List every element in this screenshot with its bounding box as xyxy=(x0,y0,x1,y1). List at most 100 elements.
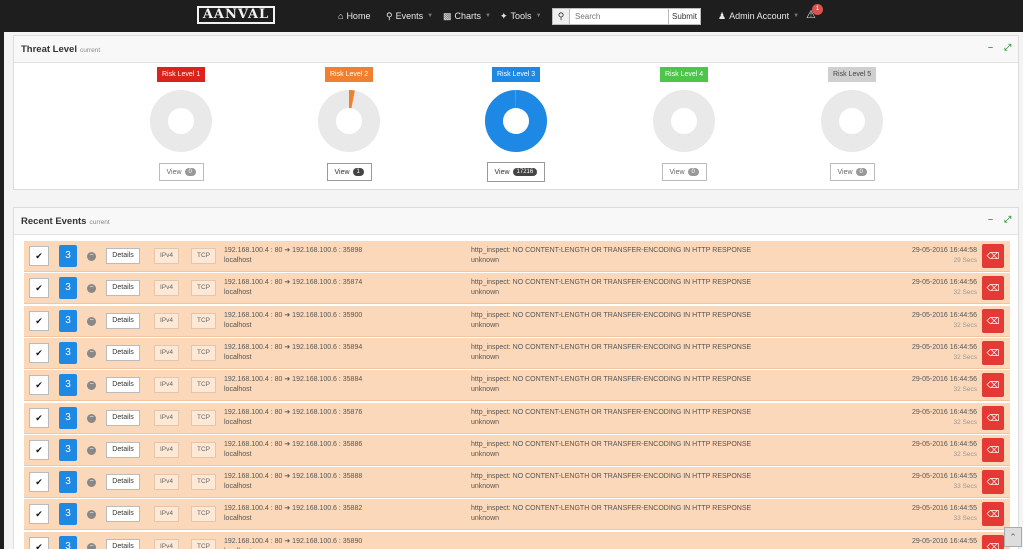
minus-circle-icon[interactable]: − xyxy=(87,510,96,520)
search-icon[interactable]: ⚲ xyxy=(552,8,570,25)
destination-address[interactable]: 192.168.100.6 : 35890 xyxy=(292,538,362,545)
signature-text[interactable]: http_inspect: NO CONTENT-LENGTH OR TRANS… xyxy=(471,312,751,319)
submit-button[interactable]: Submit xyxy=(668,8,701,25)
view-button[interactable]: View 0 xyxy=(158,163,204,181)
source-address[interactable]: 192.168.100.4 : 80 xyxy=(224,505,282,512)
tcp-tag[interactable]: TCP xyxy=(191,506,216,523)
minus-circle-icon[interactable]: − xyxy=(87,284,96,294)
signature-text[interactable]: http_inspect: NO CONTENT-LENGTH OR TRANS… xyxy=(471,505,751,512)
minus-circle-icon[interactable]: − xyxy=(87,316,96,326)
details-button[interactable]: Details xyxy=(106,506,140,523)
destination-address[interactable]: 192.168.100.6 : 35886 xyxy=(292,441,362,448)
severity-badge[interactable]: 3 xyxy=(59,438,77,461)
minus-circle-icon[interactable]: − xyxy=(87,381,96,391)
acknowledge-check-button[interactable]: ✔ xyxy=(29,536,49,549)
view-button[interactable]: View 0 xyxy=(661,163,707,181)
view-button[interactable]: View 0 xyxy=(829,163,875,181)
ipv4-tag[interactable]: IPv4 xyxy=(154,409,179,426)
search-input[interactable] xyxy=(570,8,668,25)
acknowledge-check-button[interactable]: ✔ xyxy=(29,310,49,331)
destination-address[interactable]: 192.168.100.6 : 35874 xyxy=(292,279,362,286)
tcp-tag[interactable]: TCP xyxy=(191,312,216,329)
ipv4-tag[interactable]: IPv4 xyxy=(154,344,179,361)
trash-icon[interactable]: ⌫ xyxy=(982,308,1004,333)
minimize-icon[interactable]: – xyxy=(988,214,993,224)
severity-badge[interactable]: 3 xyxy=(59,341,77,364)
trash-icon[interactable]: ⌫ xyxy=(982,276,1004,301)
details-button[interactable]: Details xyxy=(106,377,140,394)
severity-badge[interactable]: 3 xyxy=(59,277,77,300)
signature-text[interactable]: http_inspect: NO CONTENT-LENGTH OR TRANS… xyxy=(471,409,751,416)
scroll-to-top-button[interactable]: ⌃ xyxy=(1004,527,1022,547)
details-button[interactable]: Details xyxy=(106,474,140,491)
trash-icon[interactable]: ⌫ xyxy=(982,534,1004,549)
minus-circle-icon[interactable]: − xyxy=(87,252,96,261)
ipv4-tag[interactable]: IPv4 xyxy=(154,280,179,297)
acknowledge-check-button[interactable]: ✔ xyxy=(29,407,49,428)
severity-badge[interactable]: 3 xyxy=(59,245,77,267)
tcp-tag[interactable]: TCP xyxy=(191,474,216,491)
acknowledge-check-button[interactable]: ✔ xyxy=(29,375,49,396)
severity-badge[interactable]: 3 xyxy=(59,374,77,397)
source-address[interactable]: 192.168.100.4 : 80 xyxy=(224,441,282,448)
view-button[interactable]: View 1 xyxy=(326,163,372,181)
details-button[interactable]: Details xyxy=(106,538,140,549)
source-address[interactable]: 192.168.100.4 : 80 xyxy=(224,376,282,383)
acknowledge-check-button[interactable]: ✔ xyxy=(29,246,49,266)
view-button[interactable]: View 17216 xyxy=(486,162,546,182)
destination-address[interactable]: 192.168.100.6 : 35882 xyxy=(292,505,362,512)
ipv4-tag[interactable]: IPv4 xyxy=(154,377,179,394)
tcp-tag[interactable]: TCP xyxy=(191,344,216,361)
nav-charts[interactable]: ▩ Charts ▼ xyxy=(443,0,491,32)
severity-badge[interactable]: 3 xyxy=(59,503,77,526)
expand-icon[interactable]: ⤢ xyxy=(1004,42,1011,53)
minus-circle-icon[interactable]: − xyxy=(87,478,96,488)
signature-text[interactable]: http_inspect: NO CONTENT-LENGTH OR TRANS… xyxy=(471,473,751,480)
source-address[interactable]: 192.168.100.4 : 80 xyxy=(224,409,282,416)
details-button[interactable]: Details xyxy=(106,441,140,458)
details-button[interactable]: Details xyxy=(106,409,140,426)
severity-badge[interactable]: 3 xyxy=(59,406,77,429)
details-button[interactable]: Details xyxy=(106,344,140,361)
tcp-tag[interactable]: TCP xyxy=(191,409,216,426)
acknowledge-check-button[interactable]: ✔ xyxy=(29,278,49,299)
minus-circle-icon[interactable]: − xyxy=(87,413,96,423)
nav-home[interactable]: ⌂ Home xyxy=(338,0,370,32)
severity-badge[interactable]: 3 xyxy=(59,471,77,494)
ipv4-tag[interactable]: IPv4 xyxy=(154,312,179,329)
tcp-tag[interactable]: TCP xyxy=(191,248,216,264)
source-address[interactable]: 192.168.100.4 : 80 xyxy=(224,312,282,319)
source-address[interactable]: 192.168.100.4 : 80 xyxy=(224,538,282,545)
ipv4-tag[interactable]: IPv4 xyxy=(154,538,179,549)
minus-circle-icon[interactable]: − xyxy=(87,542,96,549)
trash-icon[interactable]: ⌫ xyxy=(982,437,1004,462)
acknowledge-check-button[interactable]: ✔ xyxy=(29,439,49,460)
minus-circle-icon[interactable]: − xyxy=(87,348,96,358)
destination-address[interactable]: 192.168.100.6 : 35884 xyxy=(292,376,362,383)
expand-icon[interactable]: ⤢ xyxy=(1004,214,1011,225)
app-logo[interactable]: AANVAL xyxy=(197,6,275,24)
destination-address[interactable]: 192.168.100.6 : 35876 xyxy=(292,409,362,416)
signature-text[interactable]: http_inspect: NO CONTENT-LENGTH OR TRANS… xyxy=(471,279,751,286)
nav-tools[interactable]: ✦ Tools ▼ xyxy=(500,0,542,32)
minus-circle-icon[interactable]: − xyxy=(87,445,96,455)
signature-text[interactable]: http_inspect: NO CONTENT-LENGTH OR TRANS… xyxy=(471,441,751,448)
destination-address[interactable]: 192.168.100.6 : 35900 xyxy=(292,312,362,319)
destination-address[interactable]: 192.168.100.6 : 35894 xyxy=(292,344,362,351)
signature-text[interactable]: http_inspect: NO CONTENT-LENGTH OR TRANS… xyxy=(471,247,751,254)
signature-text[interactable]: http_inspect: NO CONTENT-LENGTH OR TRANS… xyxy=(471,376,751,383)
severity-badge[interactable]: 3 xyxy=(59,309,77,332)
minimize-icon[interactable]: – xyxy=(988,42,993,52)
trash-icon[interactable]: ⌫ xyxy=(982,340,1004,365)
destination-address[interactable]: 192.168.100.6 : 35898 xyxy=(292,247,362,254)
tcp-tag[interactable]: TCP xyxy=(191,538,216,549)
destination-address[interactable]: 192.168.100.6 : 35888 xyxy=(292,473,362,480)
ipv4-tag[interactable]: IPv4 xyxy=(154,506,179,523)
trash-icon[interactable]: ⌫ xyxy=(982,502,1004,527)
ipv4-tag[interactable]: IPv4 xyxy=(154,248,179,264)
source-address[interactable]: 192.168.100.4 : 80 xyxy=(224,279,282,286)
nav-account[interactable]: ♟ Admin Account ▼ xyxy=(718,0,799,32)
details-button[interactable]: Details xyxy=(106,312,140,329)
severity-badge[interactable]: 3 xyxy=(59,535,77,549)
source-address[interactable]: 192.168.100.4 : 80 xyxy=(224,344,282,351)
